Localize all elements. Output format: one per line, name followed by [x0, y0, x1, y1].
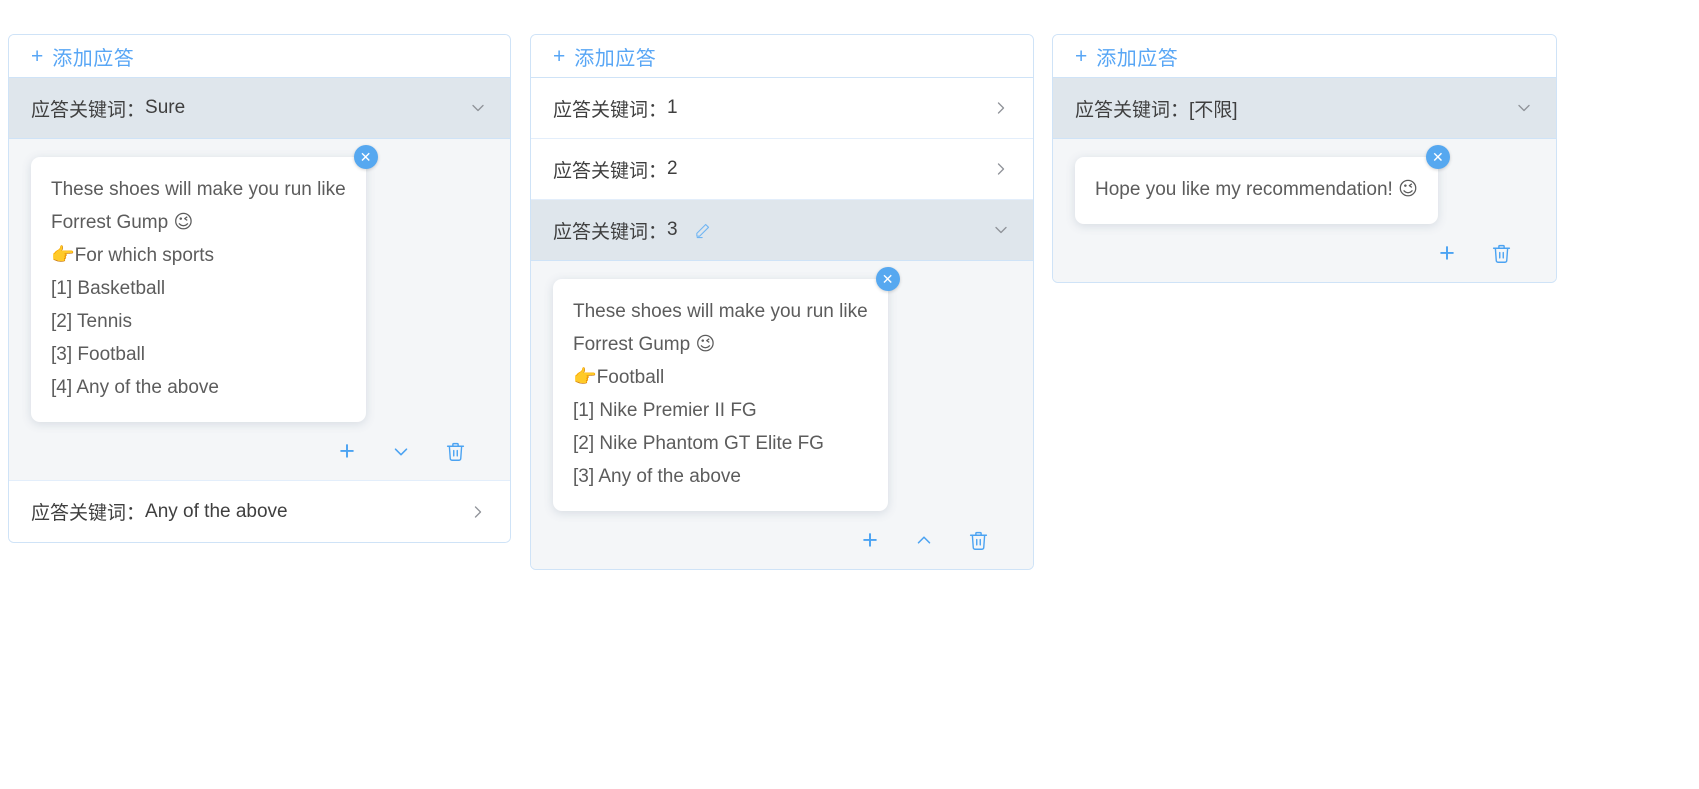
response-card-3: + 添加应答 应答关键词： [不限] Hope you like my reco… — [1052, 34, 1557, 283]
plus-icon: + — [1075, 44, 1088, 68]
bubble-line: [2] Nike Phantom GT Elite FG — [573, 433, 824, 454]
keyword-value: [不限] — [1189, 99, 1238, 121]
bubble-actions-card-3: + — [1075, 224, 1534, 282]
message-bubble-wrap: These shoes will make you run like Forre… — [553, 267, 900, 511]
keyword-label: 应答关键词： — [553, 99, 668, 121]
response-card-1: + 添加应答 应答关键词： Sure These shoes will make… — [8, 34, 511, 543]
bubble-line: 👉Football — [573, 367, 665, 388]
keyword-row-sure[interactable]: 应答关键词： Sure — [9, 78, 510, 139]
chevron-down-icon[interactable] — [1514, 98, 1534, 118]
chevron-right-icon[interactable] — [991, 98, 1011, 118]
chevron-down-icon[interactable] — [991, 220, 1011, 240]
bubble-line: [3] Any of the above — [573, 466, 741, 487]
message-bubble-wrap: These shoes will make you run like Forre… — [31, 145, 378, 422]
keyword-label: 应答关键词： — [31, 503, 146, 524]
bubble-line: These shoes will make you run like — [51, 179, 346, 200]
plus-icon: + — [553, 44, 566, 68]
bubble-line: Forrest Gump 😉 — [51, 212, 194, 233]
keyword-body-sure: These shoes will make you run like Forre… — [9, 139, 510, 481]
keyword-row-2[interactable]: 应答关键词： 2 — [531, 139, 1033, 200]
chevron-right-icon[interactable] — [468, 502, 488, 522]
bubble-actions-card-1: + — [31, 422, 488, 480]
keyword-value: Any of the above — [145, 500, 288, 522]
keyword-value: 2 — [667, 158, 678, 179]
plus-icon[interactable]: + — [1432, 238, 1462, 268]
bubble-line: [2] Tennis — [51, 311, 132, 332]
keyword-value: 1 — [667, 97, 678, 118]
add-response-label: 添加应答 — [1096, 47, 1179, 70]
plus-icon[interactable]: + — [332, 436, 362, 466]
response-card-2: + 添加应答 应答关键词： 1 应答关键词： 2 应答关键词： 3 These … — [530, 34, 1034, 570]
chevron-right-icon[interactable] — [991, 159, 1011, 179]
bubble-line: [4] Any of the above — [51, 377, 219, 398]
keyword-value: 3 — [667, 219, 678, 240]
keyword-value: Sure — [145, 97, 186, 118]
trash-icon[interactable] — [440, 436, 470, 466]
add-response-label: 添加应答 — [574, 47, 657, 70]
plus-icon[interactable]: + — [855, 525, 885, 555]
bubble-line: Hope you like my recommendation! 😉 — [1095, 179, 1418, 200]
message-bubble[interactable]: These shoes will make you run like Forre… — [31, 157, 366, 422]
close-icon[interactable]: ✕ — [875, 267, 900, 291]
pencil-icon[interactable] — [694, 222, 711, 239]
keyword-row-1[interactable]: 应答关键词： 1 — [531, 78, 1033, 139]
keyword-label: 应答关键词： — [1075, 99, 1190, 121]
bubble-line: [3] Football — [51, 344, 145, 365]
keyword-row-3[interactable]: 应答关键词： 3 — [531, 200, 1033, 261]
add-response-button-card-3[interactable]: + 添加应答 — [1053, 35, 1556, 78]
keyword-body-unrestricted: Hope you like my recommendation! 😉 ✕ + — [1053, 139, 1556, 282]
bubble-line: [1] Nike Premier II FG — [573, 400, 757, 421]
add-response-button-card-2[interactable]: + 添加应答 — [531, 35, 1033, 78]
close-icon[interactable]: ✕ — [1425, 145, 1450, 169]
keyword-label: 应答关键词： — [553, 160, 668, 182]
add-response-label: 添加应答 — [52, 47, 135, 70]
keyword-label: 应答关键词： — [553, 221, 668, 243]
chevron-down-icon[interactable] — [468, 98, 488, 118]
keyword-body-3: These shoes will make you run like Forre… — [531, 261, 1033, 569]
keyword-row-any-of-the-above[interactable]: 应答关键词： Any of the above — [9, 481, 510, 542]
trash-icon[interactable] — [1486, 238, 1516, 268]
response-flow-board: + 添加应答 应答关键词： Sure These shoes will make… — [0, 0, 1699, 789]
chevron-up-icon[interactable] — [909, 525, 939, 555]
message-bubble[interactable]: These shoes will make you run like Forre… — [553, 279, 888, 511]
bubble-line: Forrest Gump 😉 — [573, 334, 716, 355]
chevron-down-icon[interactable] — [386, 436, 416, 466]
bubble-line: These shoes will make you run like — [573, 301, 868, 322]
close-icon[interactable]: ✕ — [353, 145, 378, 169]
message-bubble-wrap: Hope you like my recommendation! 😉 ✕ — [1075, 145, 1450, 224]
bubble-actions-card-2: + — [553, 511, 1011, 569]
trash-icon[interactable] — [963, 525, 993, 555]
keyword-row-unrestricted[interactable]: 应答关键词： [不限] — [1053, 78, 1556, 139]
message-bubble[interactable]: Hope you like my recommendation! 😉 — [1075, 157, 1438, 224]
add-response-button-card-1[interactable]: + 添加应答 — [9, 35, 510, 78]
plus-icon: + — [31, 44, 44, 68]
bubble-line: [1] Basketball — [51, 278, 166, 299]
bubble-line: 👉For which sports — [51, 245, 215, 266]
keyword-label: 应答关键词： — [31, 99, 146, 121]
